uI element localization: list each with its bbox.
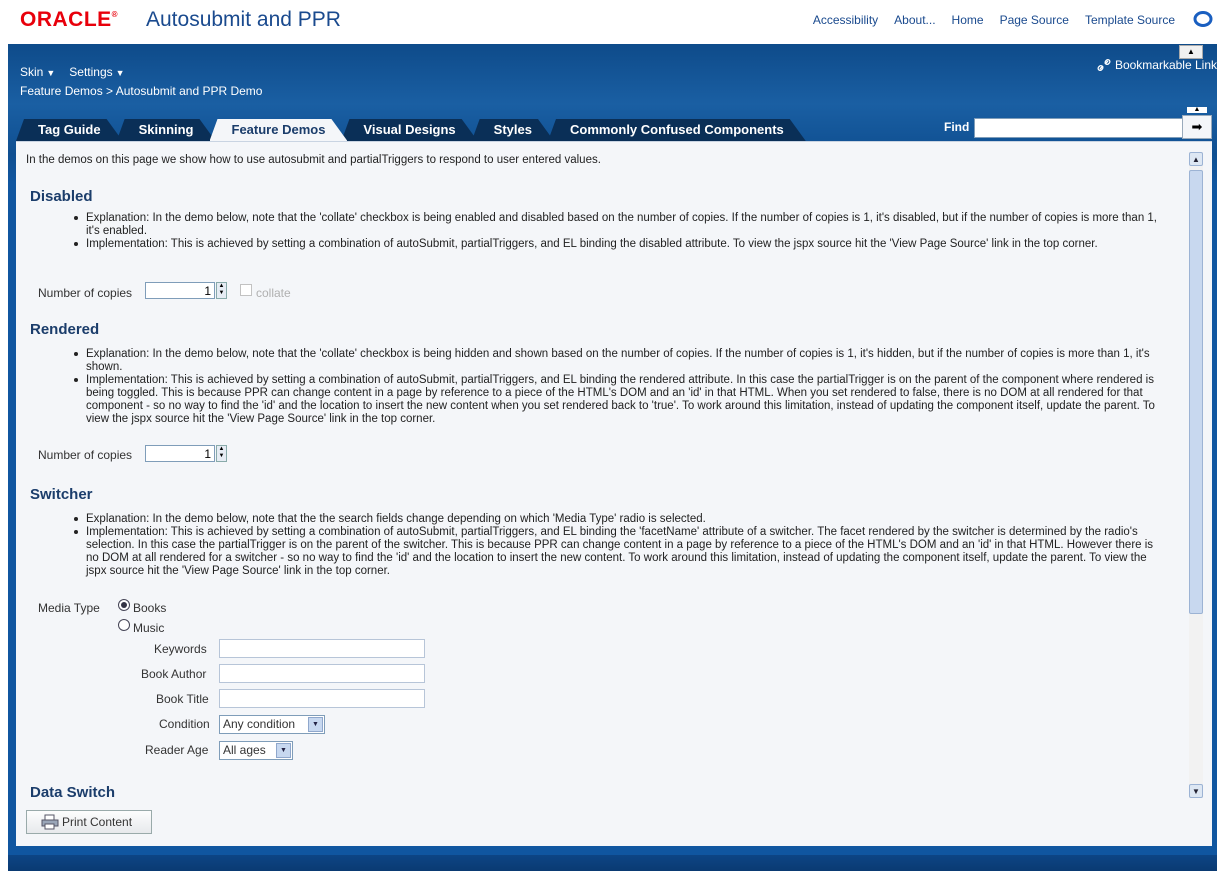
print-content-label: Print Content (62, 815, 133, 829)
status-spinner-icon (1193, 11, 1213, 27)
reader-age-select[interactable]: All ages ▼ (219, 741, 293, 760)
frame-bottom (8, 855, 1217, 871)
oracle-logo: ORACLE® (20, 8, 119, 31)
collate-checkbox[interactable] (240, 284, 252, 296)
find-go-button[interactable]: ▲ ➡ (1182, 106, 1212, 139)
rendered-copies-spinner[interactable]: ▲ ▼ (216, 445, 227, 462)
condition-select[interactable]: Any condition ▼ (219, 715, 325, 734)
list-item: Implementation: This is achieved by sett… (74, 526, 1164, 578)
bookmarkable-link[interactable]: Bookmarkable Link (1097, 58, 1217, 72)
collapse-header-icon[interactable]: ▲ (1179, 45, 1203, 59)
find-input[interactable] (974, 118, 1186, 138)
disabled-heading: Disabled (30, 188, 93, 205)
template-source-link[interactable]: Template Source (1085, 13, 1175, 27)
scroll-up-button[interactable]: ▲ (1189, 152, 1203, 166)
rendered-bullets: Explanation: In the demo below, note tha… (74, 348, 1164, 426)
bookmarkable-link-label: Bookmarkable Link (1114, 58, 1217, 72)
tab-styles[interactable]: Styles (472, 119, 554, 141)
chevron-down-icon: ▼ (115, 68, 125, 78)
settings-menu[interactable]: Settings ▼ (69, 65, 124, 79)
find-label: Find (944, 120, 970, 134)
tab-skinning[interactable]: Skinning (117, 119, 216, 141)
disabled-copies-spinner[interactable]: ▲ ▼ (216, 282, 227, 299)
scroll-thumb[interactable] (1189, 170, 1203, 614)
books-radio[interactable] (118, 599, 130, 611)
list-item: Explanation: In the demo below, note tha… (74, 348, 1164, 374)
condition-select-value: Any condition (223, 717, 296, 731)
list-item: Implementation: This is achieved by sett… (74, 374, 1164, 426)
breadcrumb-separator: > (106, 84, 114, 98)
chain-link-icon (1097, 58, 1111, 72)
chevron-down-icon: ▼ (46, 68, 56, 78)
chevron-down-icon[interactable]: ▼ (308, 717, 323, 732)
tab-tag-guide[interactable]: Tag Guide (16, 119, 123, 141)
list-item: Explanation: In the demo below, note tha… (74, 513, 1164, 526)
tab-commonly-confused-components[interactable]: Commonly Confused Components (548, 119, 806, 141)
content-scrollbar[interactable]: ▲ ▼ (1189, 152, 1203, 798)
book-author-label: Book Author (141, 667, 207, 681)
breadcrumb: Feature Demos > Autosubmit and PPR Demo (20, 84, 262, 98)
book-title-input[interactable] (219, 689, 425, 708)
book-author-input[interactable] (219, 664, 425, 683)
collate-label: collate (256, 286, 291, 300)
breadcrumb-current: Autosubmit and PPR Demo (115, 84, 263, 98)
home-link[interactable]: Home (952, 13, 984, 27)
music-radio[interactable] (118, 619, 130, 631)
skin-menu-label: Skin (20, 65, 44, 79)
reader-age-select-value: All ages (223, 743, 266, 757)
print-content-button[interactable]: Print Content (26, 810, 152, 834)
switcher-heading: Switcher (30, 486, 93, 503)
breadcrumb-parent[interactable]: Feature Demos (20, 84, 103, 98)
book-title-label: Book Title (156, 692, 209, 706)
books-radio-label: Books (133, 601, 167, 615)
app-title: Autosubmit and PPR (146, 8, 341, 31)
menu-bar: Skin ▼ Settings ▼ (20, 65, 125, 79)
printer-icon (41, 814, 59, 830)
media-type-label: Media Type (38, 601, 100, 615)
brand-text: ORACLE (20, 8, 112, 31)
rendered-copies-label: Number of copies (38, 448, 133, 462)
top-header: ORACLE® Autosubmit and PPR Accessibility… (0, 0, 1217, 44)
about-link[interactable]: About... (894, 13, 935, 27)
condition-label: Condition (159, 717, 210, 731)
global-links: Accessibility About... Home Page Source … (813, 13, 1175, 27)
rendered-heading: Rendered (30, 321, 100, 338)
keywords-input[interactable] (219, 639, 425, 658)
tab-visual-designs[interactable]: Visual Designs (341, 119, 477, 141)
list-item: Implementation: This is achieved by sett… (74, 238, 1164, 251)
list-item: Explanation: In the demo below, note tha… (74, 212, 1164, 238)
switcher-bullets: Explanation: In the demo below, note tha… (74, 513, 1164, 578)
settings-menu-label: Settings (69, 65, 113, 79)
collapse-icon[interactable]: ▲ (1187, 106, 1207, 113)
page-source-link[interactable]: Page Source (1000, 13, 1069, 27)
main-tabs: Tag Guide Skinning Feature Demos Visual … (16, 119, 800, 141)
data-switch-heading: Data Switch (30, 784, 116, 801)
arrow-right-icon: ➡ (1191, 119, 1203, 134)
skin-menu[interactable]: Skin ▼ (20, 65, 55, 79)
scroll-down-button[interactable]: ▼ (1189, 784, 1203, 798)
chevron-down-icon[interactable]: ▼ (276, 743, 291, 758)
accessibility-link[interactable]: Accessibility (813, 13, 878, 27)
keywords-label: Keywords (154, 642, 207, 656)
reader-age-label: Reader Age (145, 743, 209, 757)
disabled-bullets: Explanation: In the demo below, note tha… (74, 212, 1164, 251)
intro-text: In the demos on this page we show how to… (26, 154, 601, 166)
rendered-copies-input[interactable] (145, 445, 215, 462)
disabled-copies-input[interactable] (145, 282, 215, 299)
music-radio-label: Music (133, 621, 165, 635)
disabled-copies-label: Number of copies (38, 286, 133, 300)
tab-feature-demos[interactable]: Feature Demos (210, 119, 348, 141)
